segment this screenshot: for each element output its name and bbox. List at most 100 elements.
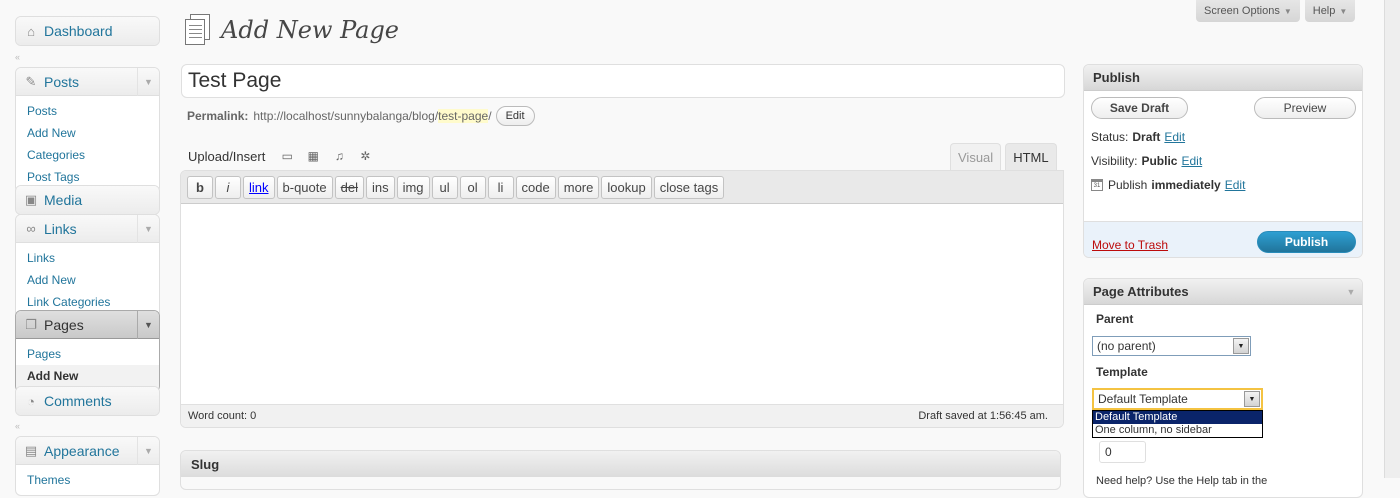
- menu-posts: ✎ Posts ▼ Posts Add New Categories Post …: [15, 67, 160, 193]
- menu-label-comments: Comments: [44, 393, 112, 409]
- menu-dashboard[interactable]: ⌂ Dashboard: [15, 16, 160, 46]
- parent-label: Parent: [1096, 312, 1134, 326]
- qt-close-tags-button[interactable]: close tags: [653, 175, 725, 199]
- edit-permalink-button[interactable]: Edit: [495, 106, 535, 126]
- permalink-slug[interactable]: test-page: [438, 109, 489, 123]
- qt-code-button[interactable]: code: [515, 175, 556, 199]
- qt-li-button[interactable]: li: [487, 175, 514, 199]
- menu-head-comments[interactable]: ◔ Comments: [16, 387, 159, 415]
- template-select[interactable]: Default Template ▼: [1092, 388, 1263, 410]
- menu-head-pages[interactable]: ❐ Pages ▼: [16, 311, 159, 339]
- submenu-posts[interactable]: Posts: [16, 100, 159, 122]
- parent-select[interactable]: (no parent) ▼: [1092, 336, 1251, 356]
- add-audio-icon[interactable]: ♫: [331, 148, 347, 164]
- pages-icon: [183, 14, 213, 46]
- submenu-add-new-link[interactable]: Add New: [16, 269, 159, 291]
- status-label: Status:: [1091, 130, 1129, 144]
- content-editor: b i link b-quote del ins img ul ol li co…: [180, 170, 1064, 428]
- screen-meta-links: Screen Options ▼ Help ▼: [1196, 0, 1356, 22]
- slug-box-header[interactable]: Slug: [181, 451, 1060, 477]
- chevron-down-icon[interactable]: ▼: [1233, 338, 1249, 354]
- add-media-icon[interactable]: ✲: [357, 148, 373, 164]
- qt-bold-button[interactable]: b: [187, 175, 213, 199]
- content-textarea[interactable]: [181, 204, 1063, 405]
- menu-head-media[interactable]: ▣ Media: [16, 186, 159, 214]
- chevron-down-icon[interactable]: ▼: [137, 311, 159, 339]
- permalink-base: http://localhost/sunnybalanga/blog/: [253, 109, 439, 123]
- help-button[interactable]: Help ▼: [1304, 0, 1356, 22]
- admin-sidebar: ⌂ Dashboard « ✎ Posts ▼ Posts Add New Ca…: [0, 0, 170, 496]
- qt-ins-button[interactable]: ins: [365, 175, 395, 199]
- qt-del-button[interactable]: del: [334, 175, 364, 199]
- menu-pages: ❐ Pages ▼ Pages Add New: [15, 310, 160, 392]
- template-option-one-column[interactable]: One column, no sidebar: [1093, 424, 1262, 437]
- menu-label-links: Links: [44, 220, 77, 237]
- template-option-default[interactable]: Default Template: [1093, 411, 1262, 424]
- draft-saved-status: Draft saved at 1:56:45 am.: [918, 410, 1048, 422]
- appearance-icon: ▤: [24, 442, 38, 458]
- tab-html[interactable]: HTML: [1005, 143, 1057, 170]
- move-to-trash-link[interactable]: Move to Trash: [1092, 238, 1168, 252]
- visibility-label: Visibility:: [1091, 154, 1138, 168]
- add-image-icon[interactable]: ▭: [279, 148, 295, 164]
- order-input[interactable]: 0: [1099, 441, 1146, 463]
- editor-status-bar: Word count: 0 Draft saved at 1:56:45 am.: [181, 405, 1063, 427]
- menu-head-dashboard[interactable]: ⌂ Dashboard: [16, 17, 159, 45]
- chevron-down-icon[interactable]: ▼: [1244, 391, 1260, 407]
- submenu-add-new-page[interactable]: Add New: [16, 365, 159, 387]
- menu-comments[interactable]: ◔ Comments: [15, 386, 160, 416]
- menu-label-dashboard: Dashboard: [44, 23, 113, 39]
- edit-visibility-link[interactable]: Edit: [1181, 154, 1202, 168]
- chevron-down-icon[interactable]: ▼: [137, 215, 159, 243]
- template-dropdown-list: Default Template One column, no sidebar: [1092, 410, 1263, 438]
- qt-lookup-button[interactable]: lookup: [601, 175, 652, 199]
- chevron-down-icon[interactable]: ▼: [137, 437, 159, 465]
- submenu-pages[interactable]: Pages: [16, 343, 159, 365]
- upload-insert-label: Upload/Insert: [188, 148, 266, 164]
- qt-ol-button[interactable]: ol: [459, 175, 486, 199]
- publish-box-header[interactable]: Publish: [1084, 65, 1362, 91]
- menu-head-links[interactable]: ∞ Links ▼: [16, 215, 159, 243]
- submenu-categories[interactable]: Categories: [16, 144, 159, 166]
- add-video-icon[interactable]: ▦: [305, 148, 321, 164]
- publish-button[interactable]: Publish: [1257, 231, 1356, 253]
- save-draft-button[interactable]: Save Draft: [1091, 97, 1188, 119]
- parent-select-value: (no parent): [1097, 339, 1156, 353]
- collapse-menu-icon[interactable]: «: [15, 52, 27, 62]
- menu-head-posts[interactable]: ✎ Posts ▼: [16, 68, 159, 96]
- pages-icon: ❐: [25, 316, 37, 332]
- menu-media[interactable]: ▣ Media: [15, 185, 160, 215]
- qt-ul-button[interactable]: ul: [431, 175, 458, 199]
- page-attributes-box: Page Attributes ▼ Parent (no parent) ▼ T…: [1083, 278, 1363, 498]
- speech-bubble-icon: ◔: [27, 393, 35, 409]
- submenu-links[interactable]: Links: [16, 247, 159, 269]
- edit-status-link[interactable]: Edit: [1164, 130, 1185, 144]
- submenu-add-new-post[interactable]: Add New: [16, 122, 159, 144]
- qt-img-button[interactable]: img: [396, 175, 430, 199]
- scrollbar[interactable]: [1384, 0, 1400, 478]
- qt-link-button[interactable]: link: [243, 175, 275, 199]
- preview-button[interactable]: Preview: [1254, 97, 1356, 119]
- permalink-trail: /: [488, 109, 492, 123]
- qt-more-button[interactable]: more: [557, 175, 600, 199]
- menu-label-appearance: Appearance: [44, 442, 120, 459]
- pushpin-icon: ✎: [25, 73, 37, 89]
- collapse-menu-icon[interactable]: «: [15, 421, 27, 431]
- qt-italic-button[interactable]: i: [215, 175, 241, 199]
- submenu-themes[interactable]: Themes: [16, 469, 159, 491]
- edit-schedule-link[interactable]: Edit: [1225, 178, 1246, 192]
- chevron-down-icon[interactable]: ▼: [1340, 279, 1362, 305]
- chevron-down-icon[interactable]: ▼: [137, 68, 159, 96]
- status-value: Draft: [1132, 130, 1161, 144]
- tab-visual[interactable]: Visual: [950, 143, 1002, 170]
- screen-options-button[interactable]: Screen Options ▼: [1196, 0, 1300, 22]
- major-publishing-actions: Move to Trash Publish: [1084, 221, 1362, 257]
- menu-label-pages: Pages: [44, 316, 84, 333]
- screen-options-label: Screen Options: [1204, 5, 1280, 17]
- word-count: Word count: 0: [188, 410, 257, 422]
- qt-blockquote-button[interactable]: b-quote: [276, 175, 333, 199]
- menu-head-appearance[interactable]: ▤ Appearance ▼: [16, 437, 159, 465]
- page-attributes-header[interactable]: Page Attributes ▼: [1084, 279, 1362, 305]
- menu-links: ∞ Links ▼ Links Add New Link Categories: [15, 214, 160, 318]
- title-input[interactable]: Test Page: [181, 64, 1065, 98]
